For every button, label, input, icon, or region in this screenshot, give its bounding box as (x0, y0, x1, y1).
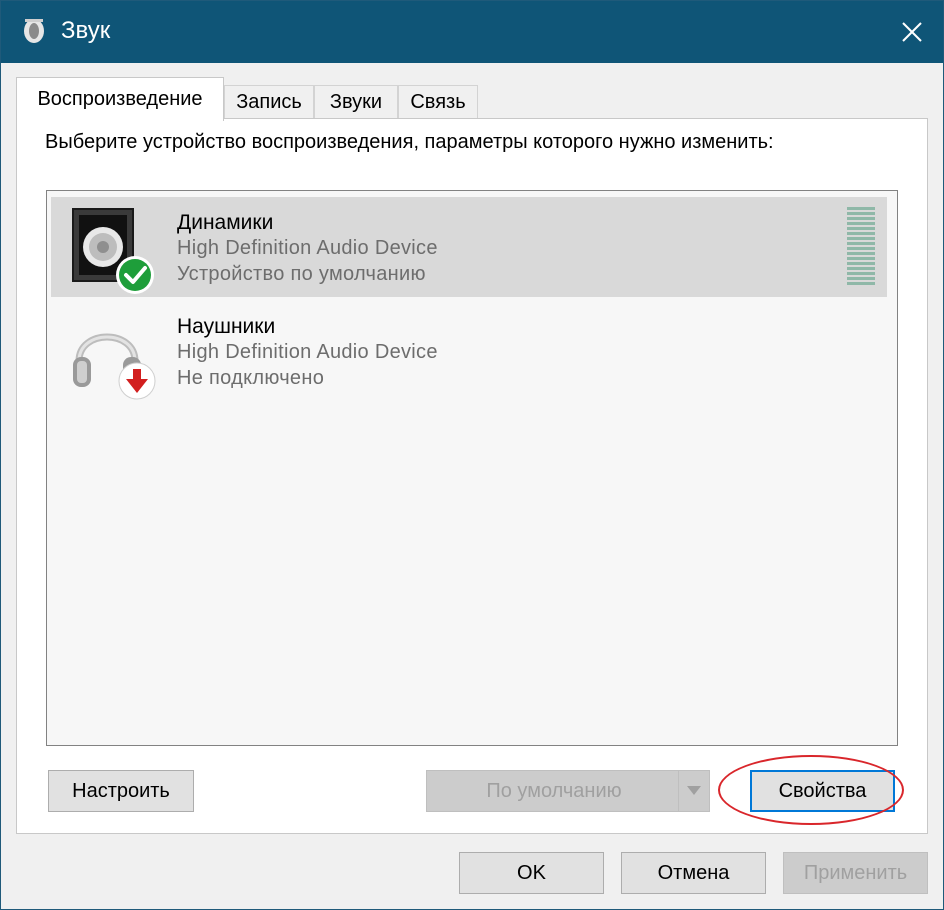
title-bar[interactable]: Звук (1, 1, 943, 63)
set-default-split-button[interactable]: По умолчанию (426, 770, 710, 812)
device-name: Наушники (177, 315, 276, 338)
cancel-button[interactable]: Отмена (621, 852, 766, 894)
set-default-dropdown[interactable] (678, 771, 709, 811)
speaker-title-icon (24, 19, 44, 43)
properties-button[interactable]: Свойства (750, 770, 895, 812)
device-driver: High Definition Audio Device (177, 237, 438, 259)
device-status: Устройство по умолчанию (177, 263, 426, 285)
volume-level-meter (847, 207, 875, 285)
apply-button[interactable]: Применить (783, 852, 928, 894)
instruction-text: Выберите устройство воспроизведения, пар… (45, 131, 774, 153)
device-list[interactable]: Динамики High Definition Audio Device Ус… (46, 190, 898, 746)
tab-communications[interactable]: Связь (398, 85, 478, 119)
close-icon (902, 22, 922, 42)
check-badge-icon (116, 256, 154, 294)
window-title: Звук (61, 17, 111, 44)
sound-dialog: Звук Воспроизведение Запись Звуки Связь … (0, 0, 944, 910)
close-button[interactable] (881, 1, 943, 63)
configure-button[interactable]: Настроить (48, 770, 194, 812)
chevron-down-icon (687, 786, 701, 795)
device-driver: High Definition Audio Device (177, 341, 438, 363)
tab-recording[interactable]: Запись (224, 85, 314, 119)
device-item-headphones[interactable]: Наушники High Definition Audio Device Не… (51, 301, 887, 401)
tab-sounds[interactable]: Звуки (314, 85, 398, 119)
playback-panel: Выберите устройство воспроизведения, пар… (16, 118, 928, 834)
ok-button[interactable]: OK (459, 852, 604, 894)
device-name: Динамики (177, 211, 274, 234)
headphones-icon (73, 333, 156, 400)
set-default-label: По умолчанию (486, 779, 622, 802)
down-arrow-badge-icon (118, 362, 156, 400)
speaker-icon (72, 208, 154, 294)
device-item-speakers[interactable]: Динамики High Definition Audio Device Ус… (51, 197, 887, 297)
device-status: Не подключено (177, 367, 325, 389)
tab-playback[interactable]: Воспроизведение (16, 77, 224, 121)
